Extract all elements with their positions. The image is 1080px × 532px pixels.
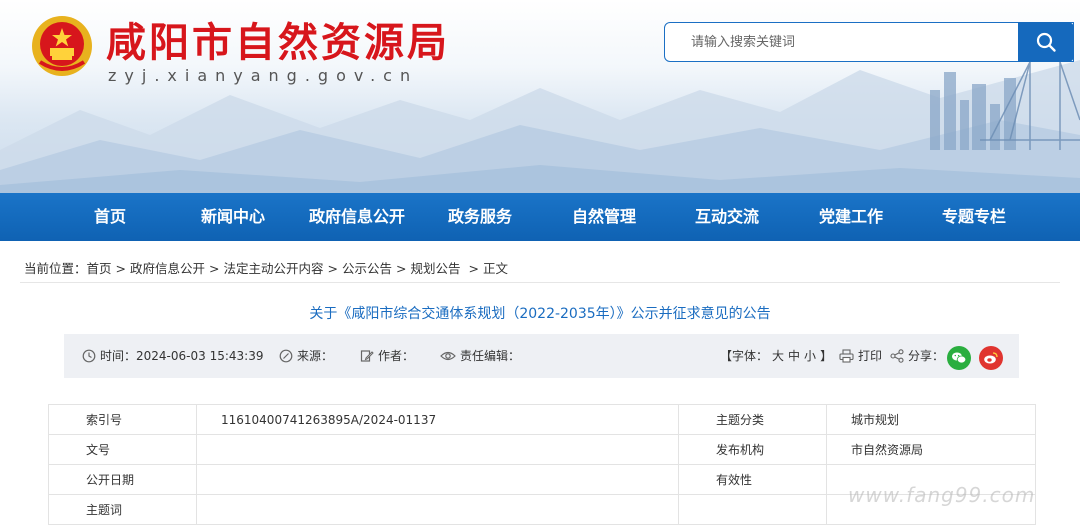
breadcrumb-separator: >	[468, 261, 480, 276]
share-label-group: 分享：	[890, 334, 944, 378]
printer-icon	[839, 349, 854, 363]
font-size-medium[interactable]: 中	[788, 334, 800, 378]
info-label	[678, 494, 827, 525]
breadcrumb-separator: >	[327, 261, 339, 276]
main-nav: 首页 新闻中心 政府信息公开 政务服务 自然管理 互动交流 党建工作 专题专栏	[0, 193, 1080, 241]
meta-source: 来源：	[279, 334, 333, 378]
site-title: 咸阳市自然资源局	[106, 20, 450, 66]
print-label: 打印	[858, 349, 883, 363]
meta-editor: 责任编辑：	[440, 334, 520, 378]
breadcrumb-notices[interactable]: 公示公告	[342, 261, 392, 276]
info-label: 公开日期	[48, 464, 197, 495]
breadcrumb-home[interactable]: 首页	[87, 261, 112, 276]
print-button[interactable]: 打印	[839, 334, 882, 378]
breadcrumb-statutory[interactable]: 法定主动公开内容	[224, 261, 324, 276]
breadcrumb-separator: >	[115, 261, 127, 276]
info-value	[196, 494, 679, 525]
info-label: 有效性	[678, 464, 827, 495]
site-domain: zyj.xianyang.gov.cn	[108, 66, 419, 85]
share-wechat-button[interactable]	[947, 346, 971, 370]
info-label: 文号	[48, 434, 197, 465]
search-button[interactable]	[1018, 22, 1074, 62]
meta-editor-label: 责任编辑：	[460, 349, 521, 363]
table-row: 文号 发布机构 市自然资源局	[48, 434, 1036, 465]
watermark: www.fang99.com	[848, 483, 1036, 507]
table-row: 索引号 11610400741263895A/2024-01137 主题分类 城…	[48, 404, 1036, 435]
nav-item-natural-mgmt[interactable]: 自然管理	[549, 193, 659, 241]
wechat-icon	[952, 352, 967, 364]
article-title: 关于《咸阳市综合交通体系规划（2022-2035年）》公示并征求意见的公告	[309, 306, 771, 322]
search-input[interactable]	[665, 23, 1017, 61]
font-size-close: 】	[820, 349, 833, 363]
info-value	[196, 434, 679, 465]
breadcrumb-prefix: 当前位置：	[24, 261, 87, 276]
meta-time-value: 2024-06-03 15:43:39	[136, 349, 264, 363]
meta-time: 时间： 2024-06-03 15:43:39	[82, 334, 263, 378]
clock-icon	[82, 349, 96, 363]
font-size-small[interactable]: 小	[804, 334, 816, 378]
font-size-label: 【字体：	[720, 349, 769, 363]
meta-author: 作者：	[360, 334, 414, 378]
info-value: 城市规划	[826, 404, 1036, 435]
info-value	[196, 464, 679, 495]
share-icon	[890, 349, 904, 363]
info-value: 市自然资源局	[826, 434, 1036, 465]
search-box	[664, 22, 1074, 62]
meta-author-label: 作者：	[378, 349, 415, 363]
info-label: 主题分类	[678, 404, 827, 435]
weibo-icon	[984, 352, 998, 364]
nav-item-interaction[interactable]: 互动交流	[672, 193, 782, 241]
search-icon	[1036, 32, 1056, 52]
national-emblem-icon	[32, 16, 92, 76]
breadcrumb-separator: >	[209, 261, 220, 276]
meta-source-label: 来源：	[297, 349, 334, 363]
breadcrumb-planning[interactable]: 规划公告	[411, 261, 461, 276]
font-size-large[interactable]: 大	[772, 334, 784, 378]
share-weibo-button[interactable]	[979, 346, 1003, 370]
nav-item-services[interactable]: 政务服务	[425, 193, 535, 241]
nav-item-topics[interactable]: 专题专栏	[919, 193, 1029, 241]
nav-item-home[interactable]: 首页	[55, 193, 165, 241]
article-meta-bar: 时间： 2024-06-03 15:43:39 来源： 作者： 责任编辑： 【字体…	[64, 334, 1019, 378]
breadcrumb-divider	[20, 282, 1060, 283]
info-label: 索引号	[48, 404, 197, 435]
info-label: 发布机构	[678, 434, 827, 465]
compass-icon	[279, 349, 293, 363]
info-label: 主题词	[48, 494, 197, 525]
font-size-controls: 【字体：大中小】	[718, 334, 834, 378]
info-value: 11610400741263895A/2024-01137	[196, 404, 679, 435]
breadcrumb-separator: >	[396, 261, 407, 276]
meta-time-label: 时间：	[100, 349, 137, 363]
breadcrumb-gov-info[interactable]: 政府信息公开	[130, 261, 205, 276]
breadcrumb: 当前位置：首页 > 政府信息公开 > 法定主动公开内容 > 公示公告 > 规划公告 > 正文	[24, 258, 508, 277]
share-label: 分享：	[908, 349, 945, 363]
eye-icon	[440, 351, 456, 361]
nav-item-news[interactable]: 新闻中心	[178, 193, 288, 241]
breadcrumb-current: 正文	[483, 261, 509, 276]
edit-icon	[360, 350, 374, 362]
nav-item-gov-info[interactable]: 政府信息公开	[302, 193, 412, 241]
nav-item-party[interactable]: 党建工作	[796, 193, 906, 241]
